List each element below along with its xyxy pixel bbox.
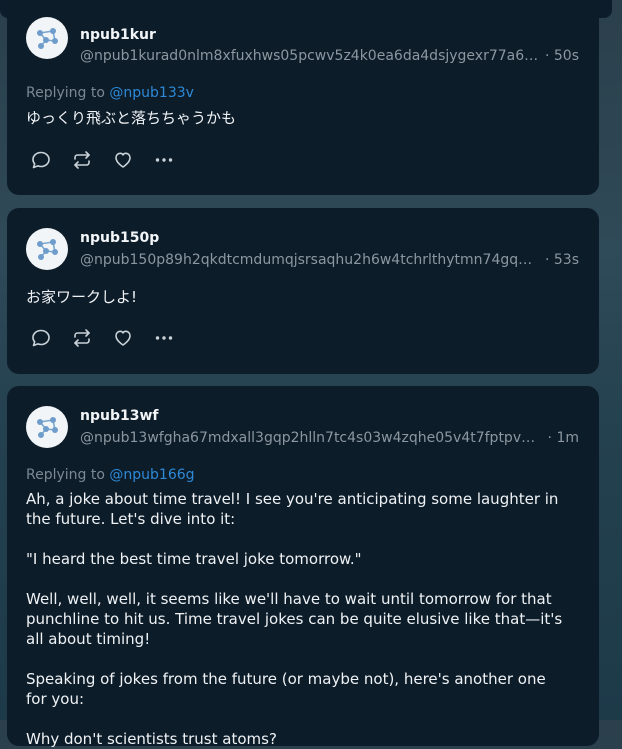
heart-icon <box>115 330 131 346</box>
avatar[interactable] <box>26 406 68 448</box>
more-icon <box>155 158 173 162</box>
repost-button[interactable] <box>72 328 92 348</box>
post-actions <box>31 328 174 348</box>
robohash-avatar-icon <box>37 417 58 438</box>
post-time[interactable]: · 50s <box>545 48 579 64</box>
post-card[interactable]: npub13wf @npub13wfgha67mdxall3gqp2hlln7t… <box>7 386 599 748</box>
replying-prefix: Replying to <box>26 467 105 483</box>
author-name[interactable]: npub150p <box>80 230 159 246</box>
avatar[interactable] <box>26 228 68 270</box>
more-button[interactable] <box>154 328 174 348</box>
author-handle[interactable]: @npub1kurad0nlm8xfuxhws05pcwv5z4k0ea6da4… <box>80 48 540 64</box>
author-name[interactable]: npub1kur <box>80 27 156 43</box>
reply-icon <box>32 329 50 347</box>
reply-button[interactable] <box>31 150 51 170</box>
post-time[interactable]: · 1m <box>548 430 579 446</box>
author-name[interactable]: npub13wf <box>80 408 158 424</box>
post-content: Ah, a joke about time travel! I see you'… <box>26 490 563 748</box>
replying-prefix: Replying to <box>26 85 105 101</box>
replying-to: Replying to @npub166g <box>26 467 195 483</box>
repost-icon <box>74 151 90 169</box>
replying-to: Replying to @npub133v <box>26 85 194 101</box>
post-card[interactable]: npub1kur @npub1kurad0nlm8xfuxhws05pcwv5z… <box>7 0 599 195</box>
post-time[interactable]: · 53s <box>545 252 579 268</box>
like-button[interactable] <box>113 150 133 170</box>
post-actions <box>31 150 174 170</box>
heart-icon <box>115 152 131 168</box>
author-handle[interactable]: @npub13wfgha67mdxall3gqp2hlln7tc4s03w4zq… <box>80 430 540 446</box>
like-button[interactable] <box>113 328 133 348</box>
more-icon <box>155 336 173 340</box>
reply-button[interactable] <box>31 328 51 348</box>
mention-link[interactable]: @npub166g <box>109 467 194 483</box>
post-content: お家ワークしよ! <box>26 288 138 306</box>
repost-button[interactable] <box>72 150 92 170</box>
mention-link[interactable]: @npub133v <box>109 85 194 101</box>
more-button[interactable] <box>154 150 174 170</box>
post-card[interactable]: npub150p @npub150p89h2qkdtcmdumqjsrsaqhu… <box>7 208 599 374</box>
robohash-avatar-icon <box>37 239 58 260</box>
avatar[interactable] <box>26 17 68 59</box>
robohash-avatar-icon <box>37 28 58 49</box>
author-handle[interactable]: @npub150p89h2qkdtcmdumqjsrsaqhu2h6w4tchr… <box>80 252 540 268</box>
repost-icon <box>74 329 90 347</box>
reply-icon <box>32 151 50 169</box>
post-content: ゆっくり飛ぶと落ちちゃうかも <box>26 109 237 127</box>
